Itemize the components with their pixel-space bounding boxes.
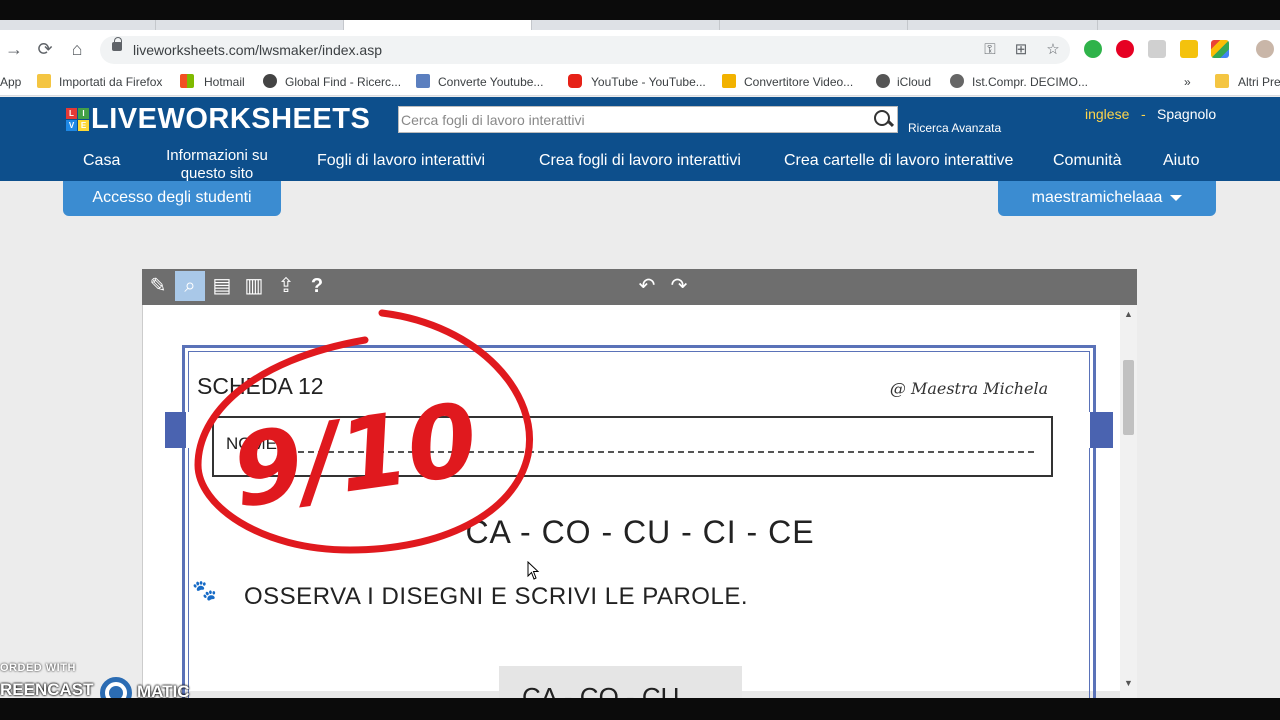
reload-icon[interactable]: ⟳ xyxy=(34,38,56,60)
globe-icon xyxy=(950,74,964,88)
grade-text: 9/10 xyxy=(225,380,484,530)
logo-icon[interactable]: L I V E xyxy=(66,108,90,132)
folder-icon xyxy=(1215,74,1229,88)
bookmark-globalfind[interactable]: Global Find - Ricerc... xyxy=(285,73,401,91)
bookmarks-overflow[interactable]: » xyxy=(1184,73,1191,91)
home-icon[interactable]: ⌂ xyxy=(66,38,88,60)
pinterest-icon[interactable] xyxy=(1116,40,1134,58)
language-spanish-link[interactable]: Spagnolo xyxy=(1157,106,1216,122)
apple-icon xyxy=(876,74,890,88)
bookmark-istcompr[interactable]: Ist.Compr. DECIMO... xyxy=(972,73,1088,91)
help-icon[interactable]: ? xyxy=(302,271,332,301)
scroll-down-icon[interactable]: ▼ xyxy=(1122,678,1135,690)
youtube-icon xyxy=(568,74,582,88)
extension-power-icon[interactable] xyxy=(1084,40,1102,58)
nav-create-workbooks[interactable]: Crea cartelle di lavoro interattive xyxy=(784,152,1013,170)
folder-icon xyxy=(37,74,51,88)
url-text[interactable]: liveworksheets.com/lwsmaker/index.asp xyxy=(133,42,382,58)
key-icon[interactable]: ⚿ xyxy=(980,40,1000,60)
nav-home[interactable]: Casa xyxy=(83,152,120,170)
converter-icon xyxy=(416,74,430,88)
caret-down-icon xyxy=(1170,194,1183,201)
mouse-cursor-icon xyxy=(527,561,540,580)
bookmark-apps[interactable]: App xyxy=(0,73,21,91)
user-menu-button[interactable]: maestramichelaaa xyxy=(998,181,1216,216)
scrollbar-thumb[interactable] xyxy=(1123,360,1134,435)
language-english-link[interactable]: inglese xyxy=(1085,106,1129,122)
extension-notes-icon[interactable] xyxy=(1180,40,1198,58)
runner-icon xyxy=(263,74,277,88)
redo-icon[interactable]: ↷ xyxy=(664,271,694,301)
dropbox-icon[interactable] xyxy=(1148,40,1166,58)
instruction-text: OSSERVA I DISEGNI E SCRIVI LE PAROLE. xyxy=(244,583,748,610)
undo-icon[interactable]: ↶ xyxy=(632,271,662,301)
search-input[interactable] xyxy=(401,109,861,131)
username-label: maestramichelaaa xyxy=(1031,189,1163,206)
bookmark-icloud[interactable]: iCloud xyxy=(897,73,931,91)
bookmark-firefox[interactable]: Importati da Firefox xyxy=(59,73,162,91)
microsoft-icon xyxy=(180,74,194,88)
upload-icon[interactable]: ⇪ xyxy=(271,271,301,301)
video-converter-icon xyxy=(722,74,736,88)
bookmark-convertitore[interactable]: Convertitore Video... xyxy=(744,73,853,91)
student-access-button[interactable]: Accesso degli studenti xyxy=(63,181,281,216)
site-logo[interactable]: LIVEWORKSHEETS xyxy=(91,103,370,136)
worksheet-author: @ Maestra Michela xyxy=(880,372,1058,412)
bookmark-converte[interactable]: Converte Youtube... xyxy=(438,73,543,91)
scroll-up-icon[interactable]: ▲ xyxy=(1122,309,1135,321)
extension-colors-icon[interactable] xyxy=(1211,40,1229,58)
bookmark-hotmail[interactable]: Hotmail xyxy=(204,73,245,91)
student-access-label: Accesso degli studenti xyxy=(92,189,252,206)
bookmark-youtube[interactable]: YouTube - YouTube... xyxy=(591,73,706,91)
paw-prints-icon: 🐾 xyxy=(192,580,217,602)
video-letterbox-bottom xyxy=(0,698,1280,720)
preview-icon[interactable]: ⌕ xyxy=(175,271,205,301)
browser-window: → ⟳ ⌂ liveworksheets.com/lwsmaker/index.… xyxy=(0,0,1280,720)
nav-help[interactable]: Aiuto xyxy=(1163,152,1199,170)
nav-create-worksheets[interactable]: Crea fogli di lavoro interattivi xyxy=(539,152,741,170)
forward-icon[interactable]: → xyxy=(3,38,25,60)
star-icon[interactable]: ☆ xyxy=(1043,40,1063,60)
grade-circle: 9/10 xyxy=(194,309,533,554)
edit-icon[interactable]: ✎ xyxy=(143,271,173,301)
search-icon[interactable] xyxy=(870,107,896,131)
watermark-line2: REENCAST xyxy=(0,680,94,699)
save-icon[interactable]: ▤ xyxy=(207,271,237,301)
video-letterbox-top xyxy=(0,0,1280,20)
lock-icon xyxy=(112,37,122,51)
nav-community[interactable]: Comunità xyxy=(1053,152,1121,170)
advanced-search-link[interactable]: Ricerca Avanzata xyxy=(908,121,1001,135)
profile-avatar[interactable] xyxy=(1256,40,1274,58)
watermark-line1: ORDED WITH xyxy=(0,662,76,674)
language-separator: - xyxy=(1141,106,1146,122)
search-field xyxy=(398,106,898,133)
bookmark-other[interactable]: Altri Pre xyxy=(1238,73,1280,91)
translate-icon[interactable]: ⊞ xyxy=(1011,40,1031,60)
discard-icon[interactable]: ▥ xyxy=(239,271,269,301)
nav-info[interactable]: Informazioni su questo sito xyxy=(160,147,274,183)
nav-worksheets[interactable]: Fogli di lavoro interattivi xyxy=(317,152,485,170)
